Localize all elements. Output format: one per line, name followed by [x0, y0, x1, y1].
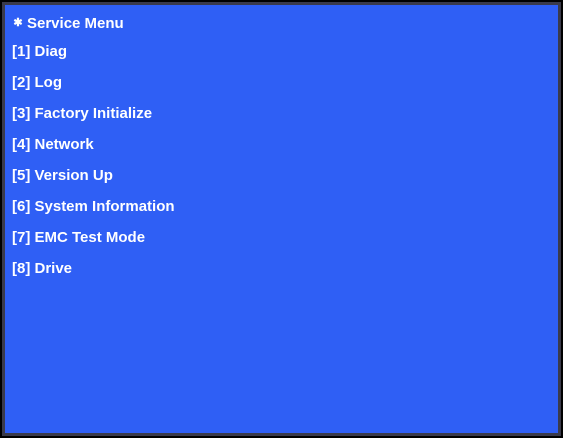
menu-item-label: [7] EMC Test Mode [12, 229, 146, 246]
menu-item-label: [2] Log [12, 74, 62, 91]
service-menu-screen: ✱ Service Menu [1] Diag [2] Log [3] Fact… [2, 2, 561, 436]
menu-item-version-up[interactable]: [5] Version Up [12, 167, 175, 198]
menu-item-factory-initialize[interactable]: [3] Factory Initialize [12, 105, 175, 136]
page-title-label: Service Menu [27, 14, 124, 32]
menu-item-system-information[interactable]: [6] System Information [12, 198, 175, 229]
menu-item-label: [3] Factory Initialize [12, 105, 153, 122]
menu-item-log[interactable]: [2] Log [12, 74, 175, 105]
menu-item-label: [5] Version Up [12, 167, 113, 184]
menu-item-drive[interactable]: [8] Drive [12, 260, 175, 291]
menu-item-diag[interactable]: [1] Diag [12, 43, 175, 74]
menu-item-label: [1] Diag [12, 43, 68, 60]
menu-item-label: [8] Drive [12, 260, 73, 277]
menu-item-label: [6] System Information [12, 198, 175, 215]
asterisk-icon: ✱ [13, 16, 23, 29]
menu-item-emc-test-mode[interactable]: [7] EMC Test Mode [12, 229, 175, 260]
menu-item-label: [4] Network [12, 136, 94, 153]
service-menu-list: [1] Diag [2] Log [3] Factory Initialize … [12, 43, 175, 291]
window-frame: ✱ Service Menu [1] Diag [2] Log [3] Fact… [0, 0, 563, 438]
page-title: ✱ Service Menu [12, 11, 124, 35]
menu-item-network[interactable]: [4] Network [12, 136, 175, 167]
